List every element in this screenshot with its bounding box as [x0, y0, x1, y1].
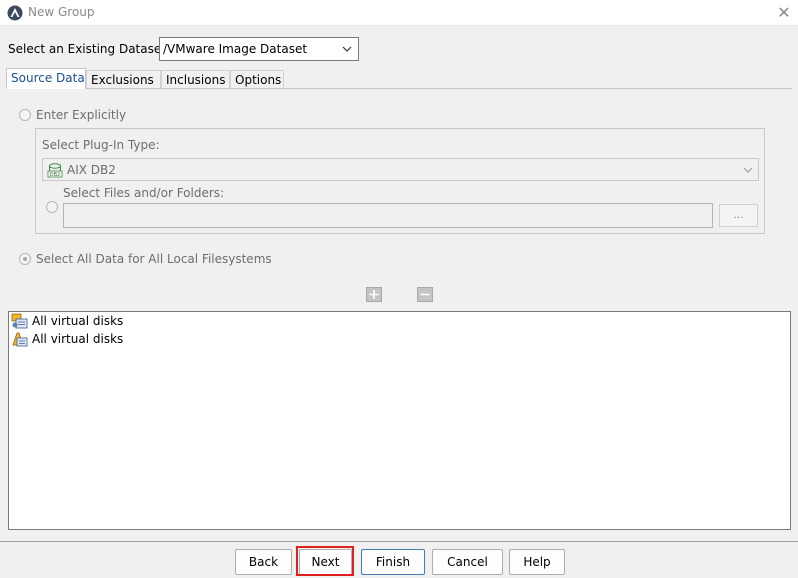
- plugin-type-label: Select Plug-In Type:: [42, 138, 160, 152]
- plugin-type-value: AIX DB2: [67, 163, 116, 177]
- list-item-label: All virtual disks: [32, 332, 124, 346]
- next-button[interactable]: Next: [299, 549, 352, 575]
- selected-items-list[interactable]: All virtual disks All virtual disks: [8, 311, 791, 530]
- footer-divider: [0, 541, 798, 542]
- back-button[interactable]: Back: [235, 549, 292, 575]
- files-folders-input[interactable]: [63, 203, 713, 228]
- select-files-radio[interactable]: [46, 201, 58, 213]
- select-all-data-label: Select All Data for All Local Filesystem…: [36, 252, 272, 266]
- tab-options[interactable]: Options: [230, 70, 284, 89]
- list-item-label: All virtual disks: [32, 314, 124, 328]
- db2-database-icon: DB2: [47, 163, 63, 178]
- virtual-disks-icon: [12, 332, 28, 347]
- enter-explicitly-radio[interactable]: [19, 109, 31, 121]
- chevron-down-icon: [743, 167, 753, 173]
- app-logo-icon: [7, 5, 23, 21]
- enter-explicitly-label: Enter Explicitly: [36, 108, 127, 122]
- virtual-disks-icon: [11, 313, 28, 329]
- dataset-select-value: /VMware Image Dataset: [163, 42, 308, 56]
- tab-inclusions[interactable]: Inclusions: [161, 70, 230, 89]
- cancel-button[interactable]: Cancel: [432, 549, 503, 575]
- tab-source-data[interactable]: Source Data: [6, 68, 86, 89]
- plugin-type-select[interactable]: DB2 AIX DB2: [42, 158, 759, 181]
- db2-icon-text: DB2: [50, 172, 60, 178]
- help-button[interactable]: Help: [509, 549, 565, 575]
- close-icon[interactable]: ✕: [774, 3, 794, 23]
- tab-divider: [6, 88, 792, 89]
- dataset-label: Select an Existing Dataset:: [8, 42, 170, 56]
- browse-button[interactable]: ...: [719, 204, 758, 227]
- select-all-data-radio[interactable]: [19, 253, 31, 265]
- remove-icon[interactable]: [417, 287, 433, 302]
- dataset-select[interactable]: /VMware Image Dataset: [159, 37, 359, 61]
- finish-button[interactable]: Finish: [361, 549, 425, 575]
- select-files-label: Select Files and/or Folders:: [63, 186, 225, 200]
- tab-exclusions[interactable]: Exclusions: [86, 70, 161, 89]
- add-icon[interactable]: [366, 287, 382, 302]
- window-title: New Group: [28, 5, 95, 19]
- title-bar: New Group ✕: [0, 0, 798, 26]
- chevron-down-icon: [342, 46, 352, 52]
